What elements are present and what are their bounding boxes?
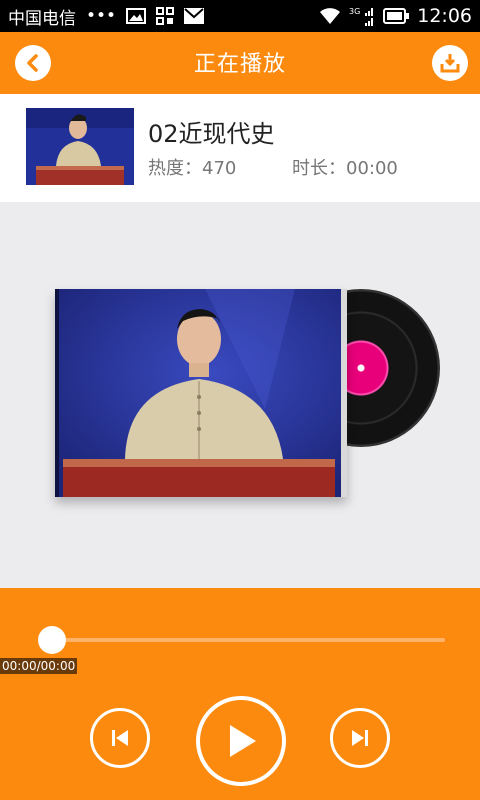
track-title: 02近现代史 (148, 120, 275, 148)
play-icon (230, 725, 256, 757)
duration-label: 时长：00:00 (292, 158, 398, 179)
back-button[interactable] (15, 45, 51, 81)
network-type: 3G (349, 7, 360, 16)
progress-handle[interactable] (38, 626, 66, 654)
app-grid-icon (156, 7, 175, 25)
next-button[interactable] (330, 708, 390, 768)
skip-previous-icon (112, 730, 128, 746)
signal-icon: 3G (349, 6, 375, 26)
previous-button[interactable] (90, 708, 150, 768)
battery-icon (383, 8, 410, 24)
progress-bar[interactable] (50, 638, 445, 642)
player-panel: 00:00/00:00 (0, 588, 480, 800)
clock: 12:06 (417, 5, 472, 27)
time-readout: 00:00/00:00 (0, 658, 78, 674)
mail-icon (184, 8, 205, 24)
popularity-label: 热度：470 (148, 158, 237, 179)
play-button[interactable] (196, 696, 286, 786)
carrier-name: 中国电信 (8, 8, 76, 29)
track-thumbnail (26, 108, 134, 185)
page-title: 正在播放 (193, 52, 286, 77)
notification-dots: ••• (86, 6, 117, 26)
status-bar: 中国电信 ••• 3G 12:06 (0, 0, 480, 32)
image-notification-icon (126, 8, 147, 24)
header-bar: 正在播放 (0, 32, 480, 92)
download-button[interactable] (432, 45, 468, 81)
chevron-left-icon (27, 54, 38, 72)
download-icon (440, 54, 460, 73)
album-cover (55, 289, 347, 497)
track-info: 02近现代史 热度：470 时长：00:00 (0, 92, 480, 202)
wifi-icon (319, 7, 341, 25)
skip-next-icon (352, 730, 368, 746)
artwork-area (0, 202, 480, 588)
